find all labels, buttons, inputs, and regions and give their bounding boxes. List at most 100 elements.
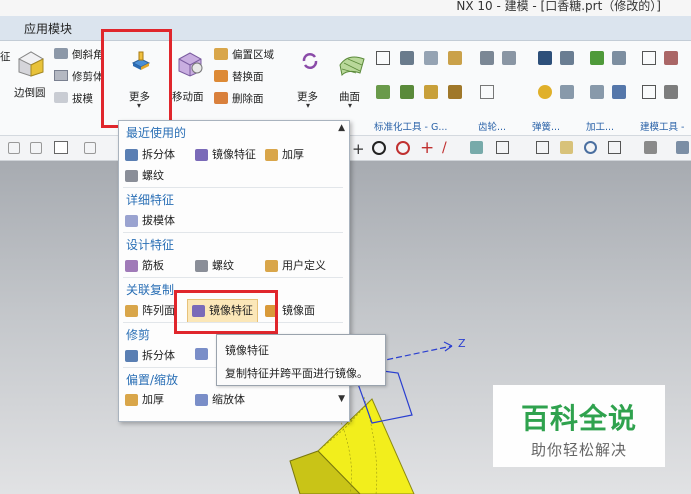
offset-region-button[interactable]: 偏置区域 <box>214 46 284 62</box>
group-machining[interactable]: 加工... <box>586 119 614 133</box>
trim-body-icon <box>54 70 68 81</box>
watermark-logo: 百科全说 助你轻松解决 <box>493 385 665 467</box>
section-recent: 最近使用的 <box>126 126 187 140</box>
edge-blend-icon <box>17 51 45 77</box>
modeling-tool-icon[interactable] <box>664 51 678 65</box>
menu-item-user-defined[interactable]: 用户定义 <box>265 257 326 275</box>
gear-alt-icon[interactable] <box>502 51 516 65</box>
user-defined-icon <box>265 260 278 272</box>
snap2-icon[interactable] <box>30 142 42 154</box>
machining-icon[interactable] <box>590 51 604 65</box>
view-icon[interactable] <box>560 141 573 154</box>
title-bar: NX 10 - 建模 - [口香糖.prt（修改的）] <box>0 0 691 16</box>
menu-separator <box>123 277 343 278</box>
section-design: 设计特征 <box>126 238 175 252</box>
section-associative-copy: 关联复制 <box>126 283 175 297</box>
circle-snap-icon[interactable] <box>396 141 410 155</box>
more2-button[interactable]: 更多 ▾ <box>292 47 328 110</box>
modeling-tool2-icon[interactable] <box>642 85 656 99</box>
spring-icon[interactable] <box>538 51 552 65</box>
orient-view-icon[interactable] <box>608 141 621 154</box>
surface-dropdown-icon: ▾ <box>348 101 353 110</box>
edge-blend-label: 边倒圆 <box>14 87 46 99</box>
group-gear[interactable]: 齿轮... <box>478 119 506 133</box>
group-modeling-tools[interactable]: 建模工具 - <box>640 119 684 133</box>
pattern-face-icon <box>125 305 138 317</box>
menu-item-pattern-face[interactable]: 阵列面 <box>125 302 175 320</box>
scroll-up-icon[interactable]: ▲ <box>338 123 345 133</box>
tooltip-description: 复制特征并跨平面进行镜像。 <box>225 367 368 380</box>
menu-separator <box>123 187 343 188</box>
trim-body-label: 修剪体 <box>72 71 104 83</box>
std-tool-icon[interactable] <box>376 85 390 99</box>
menu-item-split-body[interactable]: 拆分体 <box>125 146 175 164</box>
rib-icon <box>125 260 138 272</box>
machining-alt-icon[interactable] <box>612 51 626 65</box>
scale-body-icon <box>195 394 208 406</box>
trim-sheet-icon[interactable] <box>195 348 208 360</box>
group-spring[interactable]: 弹簧... <box>532 119 560 133</box>
gear-tool-icon[interactable] <box>480 85 494 99</box>
move-face-button[interactable]: 移动面 <box>172 47 210 103</box>
spring-alt-icon[interactable] <box>560 51 574 65</box>
grid-icon[interactable] <box>376 51 390 65</box>
menu-item-scale-body[interactable]: 缩放体 <box>195 391 245 409</box>
draft-label: 拔模 <box>72 93 93 105</box>
render-style-icon[interactable] <box>644 141 657 154</box>
snap3-icon[interactable] <box>84 142 96 154</box>
offset-region-icon <box>214 48 228 60</box>
replace-face-button[interactable]: 替换面 <box>214 68 284 84</box>
gear-part-icon[interactable] <box>400 51 414 65</box>
move-face-label: 移动面 <box>172 91 204 103</box>
line-snap-icon[interactable]: / <box>442 140 447 156</box>
cut-label[interactable]: 征 <box>0 49 11 64</box>
menu-item-thread[interactable]: 螺纹 <box>195 257 234 275</box>
std-tool3-icon[interactable] <box>424 85 438 99</box>
delete-face-button[interactable]: 删除面 <box>214 90 284 106</box>
filter-icon[interactable] <box>54 141 68 154</box>
center-point-icon[interactable] <box>372 141 386 155</box>
machining-tool-icon[interactable] <box>590 85 604 99</box>
edge-blend-button[interactable]: 边倒圆 <box>12 45 50 99</box>
std-tool4-icon[interactable] <box>448 85 462 99</box>
face-snap-icon[interactable] <box>470 141 483 154</box>
machining-tool2-icon[interactable] <box>612 85 626 99</box>
thread-icon <box>125 170 138 182</box>
tab-app-modules[interactable]: 应用模块 <box>24 20 72 37</box>
spring-part-icon[interactable] <box>424 51 438 65</box>
menu-item-split-body-trim[interactable]: 拆分体 <box>125 347 175 365</box>
modeling-tool3-icon[interactable] <box>664 85 678 99</box>
grid-snap-icon[interactable] <box>496 141 509 154</box>
group-standard-tools[interactable]: 标准化工具 - G... <box>374 119 447 133</box>
menu-item-rib[interactable]: 筋板 <box>125 257 164 275</box>
intersection-snap-icon[interactable]: + <box>420 138 434 158</box>
fastener-icon[interactable] <box>448 51 462 65</box>
menu-item-thicken[interactable]: 加厚 <box>125 391 164 409</box>
std-tool2-icon[interactable] <box>400 85 414 99</box>
refresh-icon <box>302 53 318 69</box>
menu-item-thicken-recent[interactable]: 加厚 <box>265 146 304 164</box>
window-title: NX 10 - 建模 - [口香糖.prt（修改的）] <box>456 0 661 13</box>
scroll-down-icon[interactable]: ▼ <box>338 394 345 404</box>
triangle-icon[interactable] <box>642 51 656 65</box>
mirror-feature-icon <box>195 149 208 161</box>
menu-item-mirror-feature-recent[interactable]: 镜像特征 <box>195 146 256 164</box>
spring-tool2-icon[interactable] <box>560 85 574 99</box>
draft-body-icon <box>125 215 138 227</box>
menu-item-thread-recent[interactable]: 螺纹 <box>125 167 164 185</box>
replace-face-label: 替换面 <box>232 71 264 83</box>
section-detail: 详细特征 <box>126 193 175 207</box>
menu-item-draft-body[interactable]: 拔模体 <box>125 212 175 230</box>
crosshair-icon[interactable]: + <box>352 140 365 158</box>
gear-icon[interactable] <box>480 51 494 65</box>
tooltip-title: 镜像特征 <box>225 344 269 357</box>
spring-tool-icon[interactable] <box>538 85 552 99</box>
draft-icon <box>54 92 68 103</box>
surface-button[interactable]: 曲面 ▾ <box>334 47 370 110</box>
zoom-fit-icon[interactable] <box>536 141 549 154</box>
watermark-subtitle: 助你轻松解决 <box>530 441 627 459</box>
split-body-icon <box>125 149 138 161</box>
shaded-icon[interactable] <box>676 141 689 154</box>
snap-icon[interactable] <box>8 142 20 154</box>
rotate-icon[interactable] <box>584 141 597 154</box>
